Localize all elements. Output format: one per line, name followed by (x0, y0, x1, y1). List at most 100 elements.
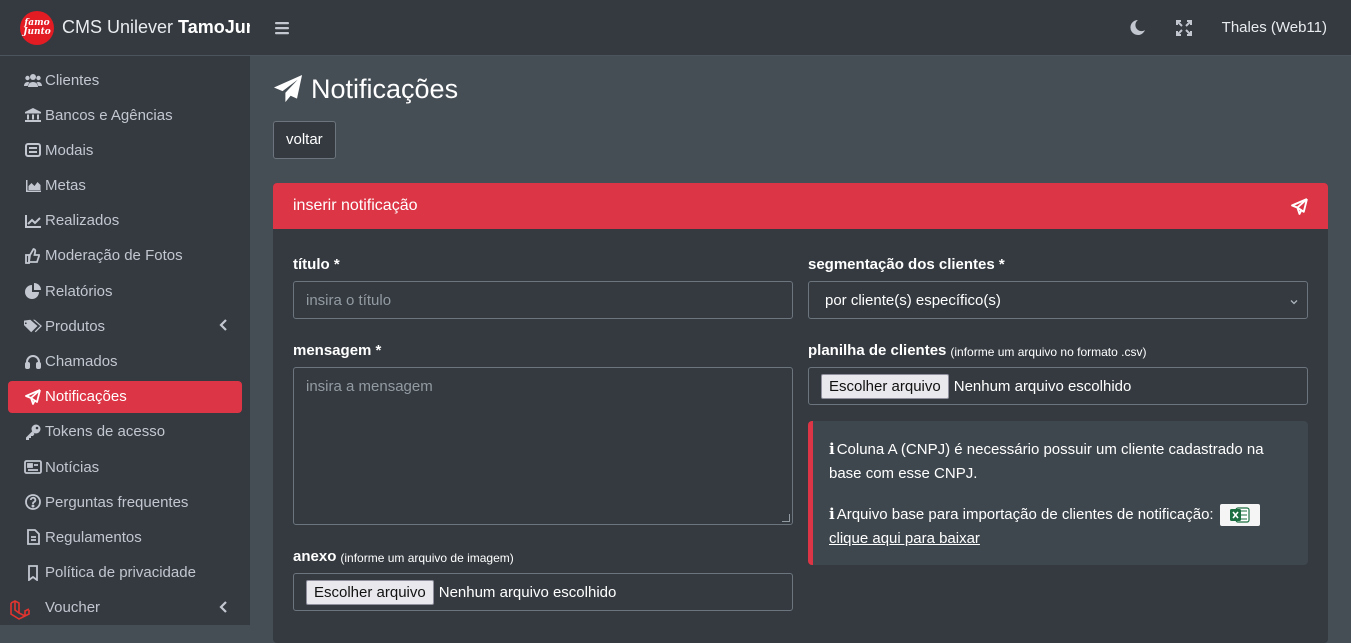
newspaper-icon (24, 460, 42, 474)
info-icon: i (829, 505, 835, 523)
mensagem-label: mensagem * (293, 335, 793, 359)
form-left-column: título * insira o título mensagem * insi… (293, 249, 793, 611)
sidebar-item-label: Realizados (45, 212, 119, 229)
planilha-label-text: planilha de clientes (808, 342, 946, 359)
segmentacao-select[interactable]: por cliente(s) específico(s) (808, 281, 1308, 319)
info-cnpj-text: Coluna A (CNPJ) é necessário possuir um … (829, 441, 1264, 482)
sidebar-item-label: Voucher (45, 599, 100, 616)
sidebar-item-relatorios[interactable]: Relatórios (8, 275, 242, 307)
sidebar-item-label: Chamados (45, 353, 118, 370)
chevron-down-icon (1289, 294, 1299, 311)
mensagem-placeholder: insira a mensagem (306, 378, 433, 395)
mensagem-textarea[interactable]: insira a mensagem (293, 367, 793, 525)
sidebar-item-modais[interactable]: Modais (8, 134, 242, 166)
sidebar-item-label: Bancos e Agências (45, 107, 173, 124)
sidebar-item-label: Relatórios (45, 283, 113, 300)
sidebar-item-label: Metas (45, 177, 86, 194)
segmentacao-label: segmentação dos clientes * (808, 249, 1308, 273)
sidebar-item-tokens[interactable]: Tokens de acesso (8, 416, 242, 448)
sidebar-item-label: Modais (45, 142, 93, 159)
brand[interactable]: famo Junto CMS Unilever TamoJun (0, 0, 250, 56)
pie-chart-icon (24, 283, 42, 299)
download-link[interactable]: clique aqui para baixar (829, 530, 980, 547)
info-icon: i (829, 440, 835, 458)
sidebar-item-clientes[interactable]: Clientes (8, 64, 242, 96)
page-title-text: Notificações (311, 74, 458, 105)
card-header: inserir notificação (273, 183, 1328, 229)
sidebar-item-perguntas[interactable]: Perguntas frequentes (8, 486, 242, 518)
key-icon (24, 424, 42, 440)
chevron-left-icon (218, 600, 228, 618)
info-line-cnpj: iColuna A (CNPJ) é necessário possuir um… (829, 437, 1292, 486)
sidebar: famo Junto CMS Unilever TamoJun Clientes… (0, 0, 250, 625)
sidebar-item-voucher[interactable]: Voucher (8, 592, 242, 624)
titulo-input[interactable]: insira o título (293, 281, 793, 319)
sidebar-item-metas[interactable]: Metas (8, 170, 242, 202)
anexo-file-input[interactable]: Escolher arquivo Nenhum arquivo escolhid… (293, 573, 793, 611)
page-title: Notificações (273, 72, 1328, 106)
card-body: título * insira o título mensagem * insi… (273, 229, 1328, 269)
dark-mode-moon-icon[interactable] (1129, 19, 1146, 36)
resize-handle-icon[interactable] (782, 514, 790, 522)
card-title: inserir notificação (293, 197, 418, 215)
sidebar-item-realizados[interactable]: Realizados (8, 205, 242, 237)
paper-plane-icon (24, 389, 42, 405)
sidebar-item-privacidade[interactable]: Política de privacidade (8, 557, 242, 589)
brand-bold: TamoJun (178, 17, 250, 37)
sidebar-item-chamados[interactable]: Chamados (8, 346, 242, 378)
user-menu[interactable]: Thales (Web11) (1222, 19, 1327, 36)
anexo-label-text: anexo (293, 548, 336, 565)
planilha-file-input[interactable]: Escolher arquivo Nenhum arquivo escolhid… (808, 367, 1308, 405)
headset-icon (24, 354, 42, 370)
paper-plane-icon (1291, 198, 1308, 215)
anexo-hint: (informe um arquivo de imagem) (340, 551, 513, 565)
brand-title: CMS Unilever TamoJun (62, 17, 250, 38)
info-line-download: iArquivo base para importação de cliente… (829, 502, 1292, 551)
laravel-logo-icon (0, 595, 40, 625)
fullscreen-icon[interactable] (1176, 20, 1192, 36)
titulo-placeholder: insira o título (306, 292, 391, 309)
anexo-file-status: Nenhum arquivo escolhido (439, 584, 617, 601)
chevron-left-icon (218, 318, 228, 336)
users-icon (24, 73, 42, 87)
brand-logo: famo Junto (20, 11, 54, 45)
thumbs-up-icon (24, 248, 42, 264)
notification-form-card: inserir notificação título * insira o tí… (273, 183, 1328, 643)
planilha-choose-file-button[interactable]: Escolher arquivo (821, 374, 949, 399)
planilha-label: planilha de clientes (informe um arquivo… (808, 335, 1308, 359)
info-download-text: Arquivo base para importação de clientes… (837, 506, 1214, 523)
form-right-column: segmentação dos clientes * por cliente(s… (808, 249, 1308, 565)
back-button[interactable]: voltar (273, 121, 336, 159)
anexo-label: anexo (informe um arquivo de imagem) (293, 541, 793, 565)
sidebar-item-label: Produtos (45, 318, 105, 335)
excel-file-icon[interactable] (1220, 504, 1260, 526)
sidebar-item-label: Política de privacidade (45, 564, 196, 581)
sidebar-item-label: Perguntas frequentes (45, 494, 188, 511)
file-icon (24, 529, 42, 545)
logo-text-bottom: Junto (23, 28, 51, 37)
sidebar-item-bancos[interactable]: Bancos e Agências (8, 99, 242, 131)
sidebar-item-label: Regulamentos (45, 529, 142, 546)
anexo-choose-file-button[interactable]: Escolher arquivo (306, 580, 434, 605)
sidebar-item-label: Tokens de acesso (45, 423, 165, 440)
modal-icon (24, 143, 42, 157)
brand-prefix: CMS Unilever (62, 17, 173, 37)
menu-toggle-icon[interactable] (274, 21, 290, 35)
sidebar-nav: Clientes Bancos e Agências Modais Metas … (0, 56, 250, 624)
sidebar-item-label: Moderação de Fotos (45, 247, 183, 264)
titulo-label: título * (293, 249, 793, 273)
segmentacao-value: por cliente(s) específico(s) (825, 292, 1001, 309)
sidebar-item-produtos[interactable]: Produtos (8, 310, 242, 342)
planilha-file-status: Nenhum arquivo escolhido (954, 378, 1132, 395)
sidebar-item-regulamentos[interactable]: Regulamentos (8, 521, 242, 553)
topbar: Thales (Web11) (250, 0, 1351, 56)
chart-line-icon (24, 214, 42, 228)
bookmark-icon (24, 565, 42, 581)
sidebar-item-moderacao[interactable]: Moderação de Fotos (8, 240, 242, 272)
topbar-right: Thales (Web11) (1129, 0, 1351, 55)
chart-area-icon (24, 179, 42, 193)
planilha-hint: (informe um arquivo no formato .csv) (950, 345, 1146, 359)
sidebar-item-noticias[interactable]: Notícias (8, 451, 242, 483)
sidebar-item-notificacoes[interactable]: Notificações (8, 381, 242, 413)
question-circle-icon (24, 494, 42, 510)
